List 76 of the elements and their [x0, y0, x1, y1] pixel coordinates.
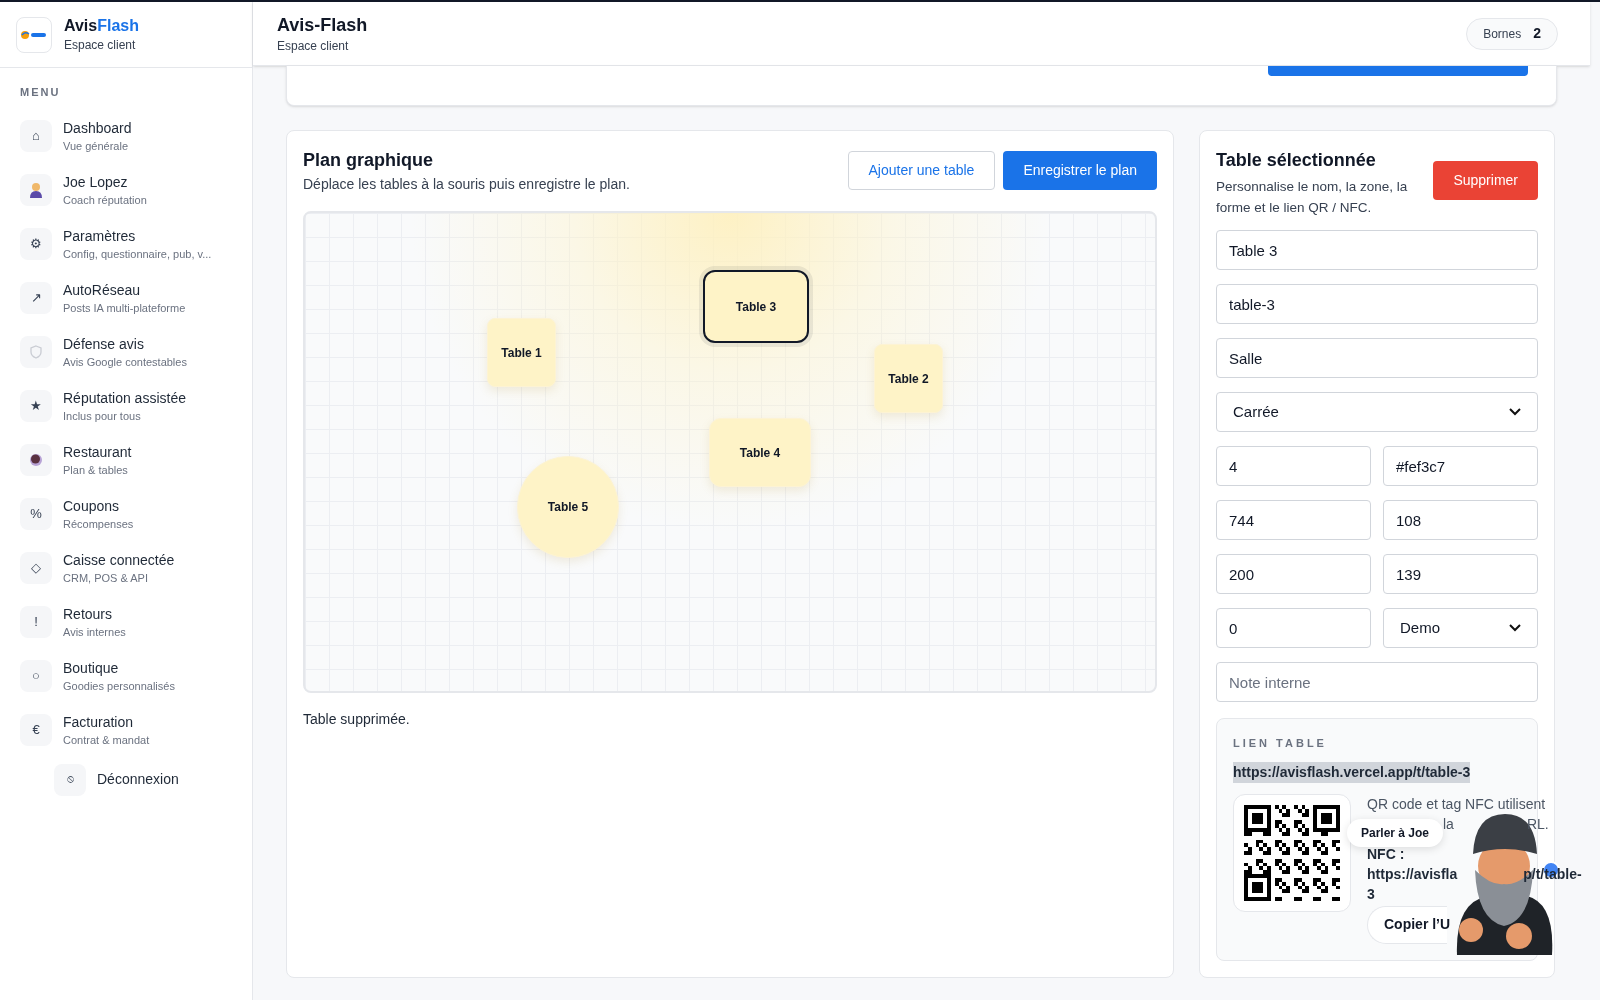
shield-icon [30, 344, 42, 359]
menu-icon: ◇ [31, 561, 41, 574]
person-icon [29, 181, 43, 198]
menu-icon: ! [34, 615, 38, 628]
menu-icon: ↗ [30, 291, 42, 304]
chevron-icon [1509, 408, 1521, 416]
sidebar-item[interactable]: % Coupons Récompenses [0, 486, 252, 541]
text-field[interactable]: 139 [1383, 554, 1538, 594]
table-shape[interactable]: Table 2 [874, 344, 943, 413]
sidebar-item[interactable]: ↗ AutoRéseau Posts IA multi-plateforme [0, 270, 252, 325]
delete-button[interactable]: Supprimer [1433, 161, 1538, 200]
add-table-button[interactable]: Ajouter une table [847, 151, 996, 190]
menu-heading: MENU [19, 85, 62, 100]
card-subtitle: Déplace les tables à la souris puis enregistre le plan. [303, 175, 630, 194]
nfc-url: https://avisfla [1367, 864, 1458, 884]
nfc-url: 3 [1367, 884, 1376, 904]
sidebar-item[interactable]: ⌂ Dashboard Vue générale [0, 108, 252, 163]
menu-icon: % [30, 507, 42, 520]
terminals-pill[interactable]: Bornes 2 [1466, 17, 1558, 50]
select-field[interactable]: Carrée [1216, 392, 1538, 432]
text-field[interactable]: #fef3c7 [1383, 446, 1538, 486]
menu-icon: ⚙ [30, 237, 42, 250]
sidebar-item[interactable]: € Facturation Contrat & mandat [0, 702, 252, 757]
text-field[interactable]: 108 [1383, 500, 1538, 540]
section-label: LIEN TABLE [1233, 736, 1328, 751]
terminals-count: 2 [1533, 24, 1541, 43]
text-field[interactable]: Table 3 [1216, 230, 1538, 270]
text-field[interactable]: Salle [1216, 338, 1538, 378]
table-shape[interactable]: Table 5 [517, 456, 619, 558]
card-title: Plan graphique [303, 149, 435, 172]
card-subtitle: Personnalise le nom, la zone, la forme et le lien QR / NFC. [1216, 178, 1409, 217]
card-title: Table sélectionnée [1216, 149, 1377, 172]
sidebar-item[interactable]: ⚙ Paramètres Config, questionnaire, pub, v... [0, 216, 252, 271]
sidebar-item[interactable]: Défense avis Avis Google contestables [0, 324, 252, 379]
qr-description: QR code et tag NFC utilisent [1367, 795, 1547, 812]
text-field[interactable]: 200 [1216, 554, 1371, 594]
sidebar-item[interactable]: ◇ Caisse connectée CRM, POS & API [0, 540, 252, 595]
table-label: Table 4 [739, 444, 781, 462]
select-field[interactable]: Demo [1383, 608, 1538, 648]
logout-button[interactable]: ⦸ Déconnexion [0, 756, 252, 803]
table-label: Table 5 [547, 499, 589, 516]
text-field[interactable]: 0 [1216, 608, 1371, 648]
brand-subtitle: Espace client [64, 36, 137, 54]
sidebar-item[interactable]: ○ Boutique Goodies personnalisés [0, 648, 252, 703]
sidebar-item[interactable]: ! Retours Avis internes [0, 594, 252, 649]
nfc-label: NFC : [1367, 844, 1405, 864]
chat-bubble[interactable]: Parler à Joe [1347, 819, 1444, 847]
chevron-icon [1509, 624, 1521, 632]
bowl-icon [29, 452, 43, 467]
brand-name: AvisFlash [64, 15, 139, 36]
page-subtitle: Espace client [277, 37, 350, 55]
table-label: Table 2 [888, 370, 929, 388]
nfc-url: p/t/table- [1523, 864, 1582, 884]
table-shape[interactable]: Table 3 [703, 270, 809, 343]
status-message: Table supprimée. [303, 710, 411, 729]
sidebar-item[interactable]: ★ Réputation assistée Inclus pour tous [0, 378, 252, 433]
qr-description: RL. [1526, 814, 1549, 834]
sidebar-item[interactable]: Restaurant Plan & tables [0, 432, 252, 487]
menu-icon: ★ [30, 399, 42, 412]
menu-icon: € [32, 723, 40, 736]
text-field[interactable]: table-3 [1216, 284, 1538, 324]
menu-icon: ⌂ [32, 129, 40, 142]
table-shape[interactable]: Table 1 [487, 318, 556, 387]
qr-description: la [1443, 814, 1454, 834]
table-label: Table 3 [735, 298, 777, 316]
menu-icon: ○ [32, 669, 40, 682]
page-title: Avis-Flash [277, 13, 368, 37]
text-field[interactable]: Note interne [1216, 662, 1538, 702]
save-plan-button[interactable]: Enregistrer le plan [1003, 151, 1157, 190]
table-url[interactable]: https://avisflash.vercel.app/t/table-3 [1233, 761, 1471, 783]
table-shape[interactable]: Table 4 [709, 418, 811, 487]
text-field[interactable]: 744 [1216, 500, 1371, 540]
text-field[interactable]: 4 [1216, 446, 1371, 486]
sidebar-item[interactable]: Joe Lopez Coach réputation [0, 162, 252, 217]
logo [16, 16, 52, 53]
table-label: Table 1 [501, 344, 542, 362]
